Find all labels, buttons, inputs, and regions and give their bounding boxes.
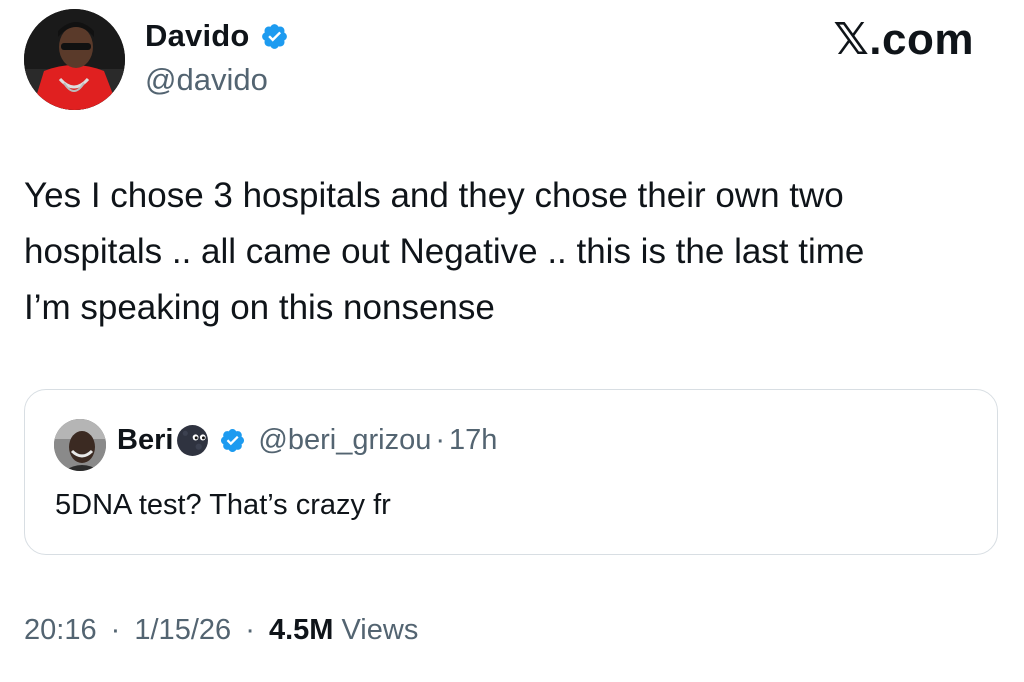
tweet-text: Yes I chose 3 hospitals and they chose t… — [24, 176, 865, 327]
dot-separator: · — [435, 424, 446, 456]
author-name[interactable]: Davido — [145, 18, 250, 54]
new-moon-face-icon — [176, 424, 209, 457]
brand-label: 𝕏.com — [833, 15, 974, 64]
verified-badge-icon — [260, 22, 289, 51]
dot-separator: · — [245, 614, 255, 646]
quoted-author-handle[interactable]: @beri_grizou — [258, 424, 431, 457]
author-handle[interactable]: @davido — [145, 62, 268, 98]
quoted-avatar-photo — [54, 419, 106, 471]
tweet-time[interactable]: 20:16 — [24, 614, 97, 646]
views-count[interactable]: 4.5M — [269, 614, 333, 646]
quoted-tweet-text: 5DNA test? That’s crazy fr — [55, 489, 391, 521]
quoted-author-avatar[interactable] — [54, 419, 106, 471]
dot-separator: · — [110, 614, 121, 646]
quoted-tweet-time[interactable]: 17h — [449, 424, 497, 457]
quoted-verified-badge-icon — [219, 427, 246, 454]
author-name-row[interactable]: Davido — [145, 18, 289, 54]
author-avatar[interactable] — [24, 9, 125, 110]
avatar-photo — [24, 9, 125, 110]
quoted-tweet-card[interactable]: Beri @beri_grizou · 17h 5DNA test? That’… — [24, 389, 998, 555]
quoted-tweet-header: Beri @beri_grizou · 17h — [117, 424, 497, 457]
tweet-date[interactable]: 1/15/26 — [134, 614, 231, 646]
tweet-screenshot: Davido @davido 𝕏.com Yes I chose 3 hospi… — [0, 0, 1024, 682]
quoted-author-name[interactable]: Beri — [117, 424, 173, 457]
tweet-meta: 20:16 · 1/15/26 · 4.5M Views — [24, 614, 418, 647]
views-label[interactable]: Views — [341, 614, 418, 646]
